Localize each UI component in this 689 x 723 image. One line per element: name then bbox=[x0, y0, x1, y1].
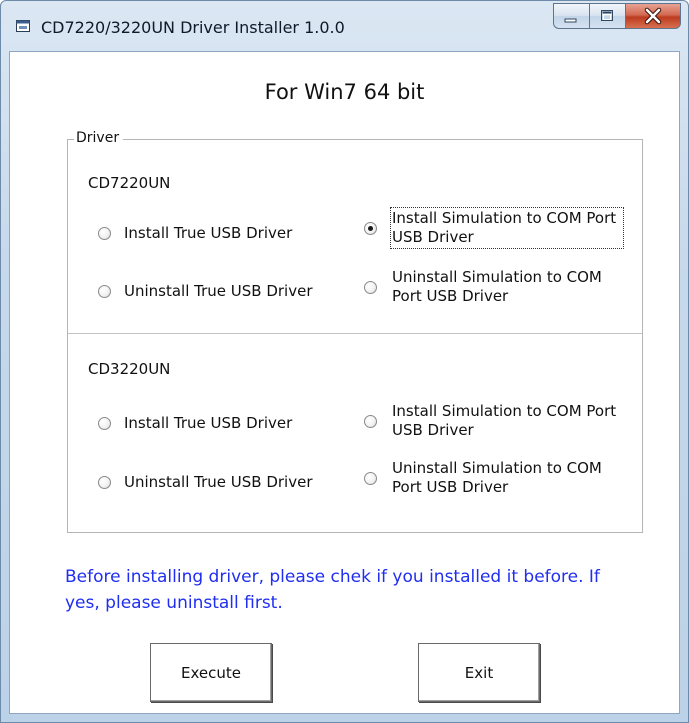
radio-label: Install Simulation to COM Port USB Drive… bbox=[390, 207, 624, 249]
radio-cd7220-install-true-usb[interactable]: Install True USB Driver bbox=[98, 224, 292, 242]
execute-button[interactable]: Execute bbox=[150, 643, 272, 702]
title-bar[interactable]: CD7220/3220UN Driver Installer 1.0.0 bbox=[1, 1, 688, 51]
uninstall-first-note: Before installing driver, please chek if… bbox=[65, 567, 600, 613]
radio-button-icon[interactable] bbox=[98, 475, 111, 489]
radio-label: Uninstall True USB Driver bbox=[124, 282, 313, 300]
radio-cd3220-install-true-usb[interactable]: Install True USB Driver bbox=[98, 414, 292, 432]
device-label-cd7220un: CD7220UN bbox=[88, 174, 171, 192]
window-app-icon[interactable] bbox=[16, 20, 30, 32]
radio-button-icon[interactable] bbox=[364, 414, 377, 428]
radio-button-icon[interactable] bbox=[98, 416, 111, 430]
radio-button-icon[interactable] bbox=[364, 471, 377, 485]
radio-cd3220-uninstall-true-usb[interactable]: Uninstall True USB Driver bbox=[98, 473, 313, 491]
minimize-button[interactable] bbox=[553, 3, 589, 29]
device-label-cd3220un: CD3220UN bbox=[88, 360, 171, 378]
window-title: CD7220/3220UN Driver Installer 1.0.0 bbox=[41, 18, 345, 37]
maximize-icon bbox=[601, 10, 613, 21]
close-button[interactable] bbox=[625, 3, 681, 29]
radio-cd7220-uninstall-simulation-com[interactable]: Uninstall Simulation to COM Port USB Dri… bbox=[364, 268, 622, 306]
minimize-icon bbox=[564, 18, 577, 23]
radio-cd7220-install-simulation-com[interactable]: Install Simulation to COM Port USB Drive… bbox=[364, 207, 624, 249]
radio-cd3220-uninstall-simulation-com[interactable]: Uninstall Simulation to COM Port USB Dri… bbox=[364, 459, 622, 497]
groupbox-legend: Driver bbox=[74, 130, 124, 146]
radio-button-icon[interactable] bbox=[98, 226, 111, 240]
radio-label: Install True USB Driver bbox=[124, 414, 293, 432]
radio-button-checked-icon[interactable] bbox=[364, 221, 377, 235]
close-icon bbox=[644, 7, 662, 25]
radio-label: Install True USB Driver bbox=[124, 224, 293, 242]
driver-groupbox: Driver CD7220UN Install True USB Driver … bbox=[67, 130, 643, 533]
client-area: For Win7 64 bit Driver CD7220UN Install … bbox=[9, 51, 680, 714]
os-subtitle: For Win7 64 bit bbox=[264, 80, 425, 104]
section-divider bbox=[68, 333, 642, 334]
radio-label: Uninstall Simulation to COM Port USB Dri… bbox=[392, 268, 602, 305]
maximize-button[interactable] bbox=[589, 3, 625, 29]
radio-label: Uninstall True USB Driver bbox=[124, 473, 313, 491]
radio-cd7220-uninstall-true-usb[interactable]: Uninstall True USB Driver bbox=[98, 282, 313, 300]
caption-buttons bbox=[553, 3, 681, 29]
radio-button-icon[interactable] bbox=[364, 280, 377, 294]
exit-button[interactable]: Exit bbox=[418, 643, 540, 702]
radio-cd3220-install-simulation-com[interactable]: Install Simulation to COM Port USB Drive… bbox=[364, 402, 622, 440]
radio-button-icon[interactable] bbox=[98, 284, 111, 298]
installer-window: CD7220/3220UN Driver Installer 1.0.0 For… bbox=[0, 0, 689, 723]
radio-label: Uninstall Simulation to COM Port USB Dri… bbox=[392, 459, 602, 496]
radio-label: Install Simulation to COM Port USB Drive… bbox=[392, 402, 617, 439]
